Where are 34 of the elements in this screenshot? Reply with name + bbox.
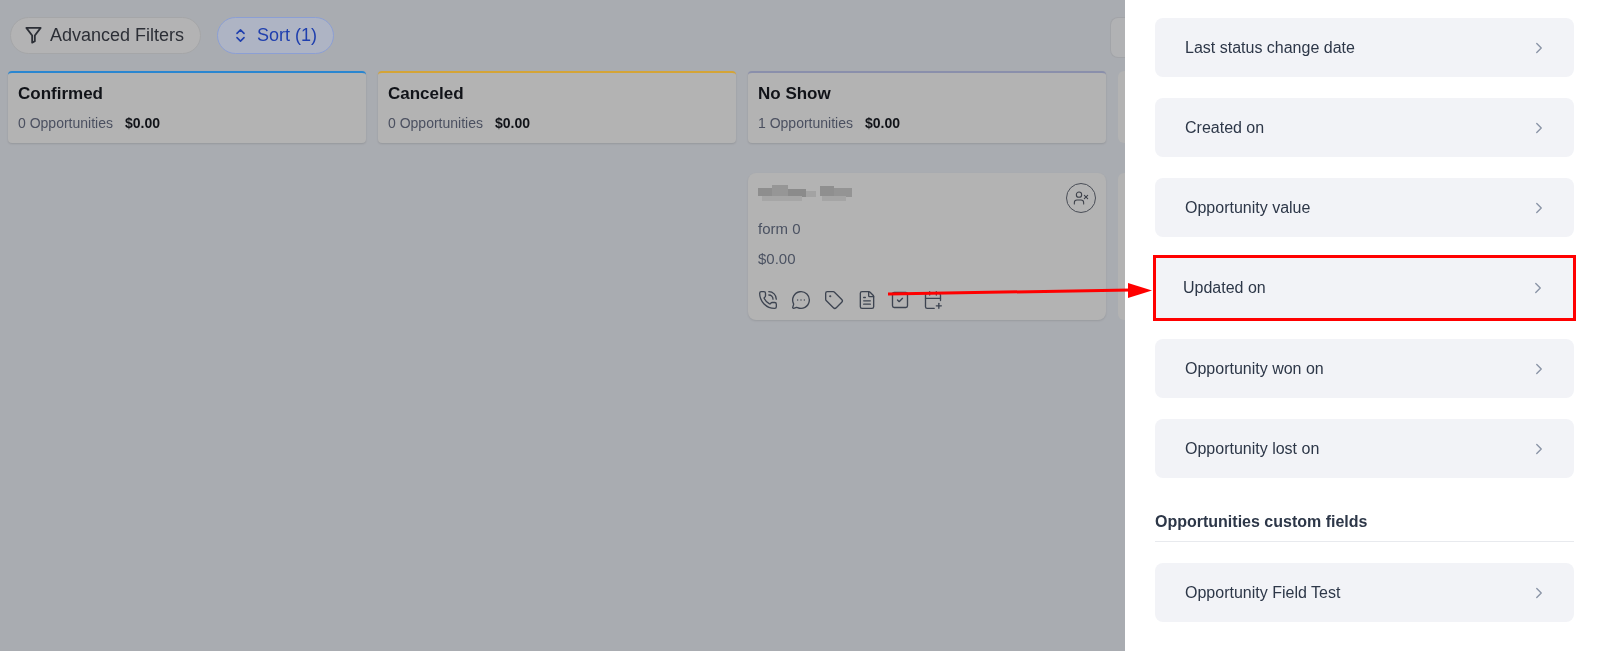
column-total: $0.00 bbox=[864, 114, 900, 132]
filter-icon bbox=[25, 27, 42, 44]
field-option[interactable]: Created on bbox=[1155, 98, 1574, 157]
opportunity-count: 0 Opportunities bbox=[18, 114, 113, 132]
section-heading: Opportunities custom fields bbox=[1155, 512, 1574, 542]
column-total: $0.00 bbox=[494, 114, 530, 132]
column-title: No Show bbox=[758, 83, 832, 105]
sort-button[interactable]: Sort (1) bbox=[217, 17, 335, 54]
chat-bubble-button[interactable] bbox=[791, 290, 811, 310]
document-button[interactable] bbox=[857, 290, 877, 310]
calendar-plus-button[interactable] bbox=[923, 290, 943, 310]
opportunity-card[interactable]: form 0 $0.00 bbox=[748, 173, 1106, 320]
user-remove-icon bbox=[1073, 190, 1089, 206]
document-icon bbox=[857, 290, 877, 310]
phone-button[interactable] bbox=[758, 290, 778, 310]
field-option[interactable]: Opportunity lost on bbox=[1155, 419, 1574, 478]
column-total: $0.00 bbox=[124, 114, 160, 132]
card-value: $0.00 bbox=[758, 249, 797, 269]
chat-bubble-icon bbox=[791, 290, 811, 310]
opportunity-count: 0 Opportunities bbox=[388, 114, 483, 132]
filter-button[interactable]: Advanced Filters bbox=[10, 17, 202, 54]
tag-button[interactable] bbox=[824, 290, 844, 310]
field-option[interactable]: Opportunity won on bbox=[1155, 339, 1574, 398]
card-source: form 0 bbox=[758, 219, 802, 239]
field-option[interactable]: Last status change date bbox=[1155, 18, 1574, 77]
field-option[interactable]: Updated on bbox=[1153, 255, 1576, 321]
field-option[interactable]: Opportunity Field Test bbox=[1155, 563, 1574, 622]
column-title: Confirmed bbox=[18, 83, 104, 105]
calendar-plus-icon bbox=[923, 290, 943, 310]
tag-icon bbox=[824, 290, 844, 310]
column-title: Canceled bbox=[388, 83, 465, 105]
field-option[interactable]: Opportunity value bbox=[1155, 178, 1574, 237]
opportunity-count: 1 Opportunities bbox=[758, 114, 853, 132]
phone-icon bbox=[758, 290, 778, 310]
